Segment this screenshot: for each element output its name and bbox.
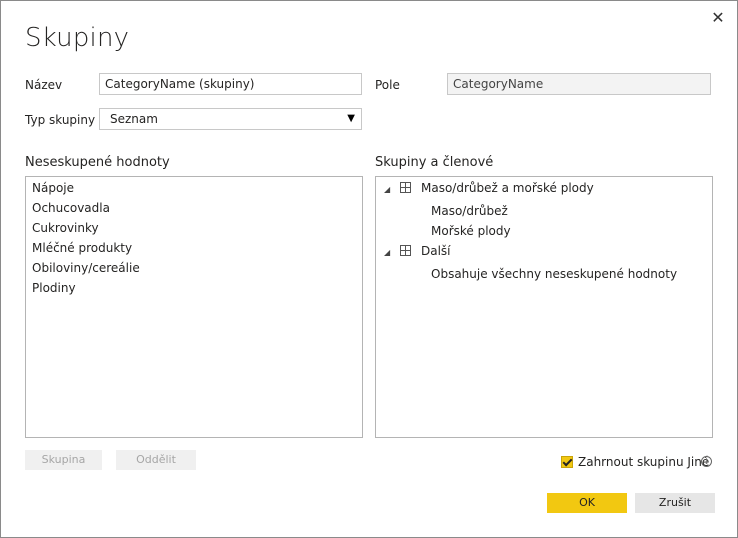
- group-type-select[interactable]: Seznam ▼: [99, 108, 362, 130]
- list-item[interactable]: Cukrovinky: [32, 221, 99, 235]
- ungrouped-title: Neseskupené hodnoty: [25, 155, 170, 170]
- group-icon: [400, 245, 411, 256]
- cancel-button[interactable]: Zrušit: [635, 493, 715, 513]
- ungrouped-listbox[interactable]: Nápoje Ochucovadla Cukrovinky Mléčné pro…: [25, 176, 363, 438]
- name-label: Název: [25, 78, 63, 92]
- ungroup-button[interactable]: Oddělit: [116, 450, 196, 470]
- list-item[interactable]: Plodiny: [32, 281, 76, 295]
- group-type-label: Typ skupiny: [25, 113, 96, 127]
- group-icon: [400, 182, 411, 193]
- tree-member[interactable]: Mořské plody: [431, 224, 511, 238]
- tree-member[interactable]: Obsahuje všechny neseskupené hodnoty: [431, 267, 677, 281]
- list-item[interactable]: Obiloviny/cereálie: [32, 261, 140, 275]
- list-item[interactable]: Mléčné produkty: [32, 241, 132, 255]
- list-item[interactable]: Ochucovadla: [32, 201, 110, 215]
- collapse-triangle-icon[interactable]: ◢: [384, 185, 390, 194]
- tree-group-label[interactable]: Další: [421, 244, 451, 258]
- collapse-triangle-icon[interactable]: ◢: [384, 248, 390, 257]
- field-input: CategoryName: [447, 73, 711, 95]
- field-label: Pole: [375, 78, 400, 92]
- info-icon[interactable]: i: [701, 456, 712, 467]
- groups-tree[interactable]: ◢ Maso/drůbež a mořské plody Maso/drůbež…: [375, 176, 713, 438]
- tree-member[interactable]: Maso/drůbež: [431, 204, 508, 218]
- include-other-checkbox[interactable]: [561, 456, 573, 468]
- tree-group-label[interactable]: Maso/drůbež a mořské plody: [421, 181, 594, 195]
- dialog-title: Skupiny: [25, 23, 130, 53]
- groups-dialog: ✕ Skupiny Název CategoryName (skupiny) P…: [0, 0, 738, 538]
- name-input[interactable]: CategoryName (skupiny): [99, 73, 362, 95]
- list-item[interactable]: Nápoje: [32, 181, 74, 195]
- group-button[interactable]: Skupina: [25, 450, 102, 470]
- dropdown-caret-icon: ▼: [347, 113, 355, 124]
- close-icon[interactable]: ✕: [709, 9, 727, 27]
- groups-title: Skupiny a členové: [375, 155, 494, 170]
- group-type-value: Seznam: [110, 112, 158, 126]
- ok-button[interactable]: OK: [547, 493, 627, 513]
- include-other-label[interactable]: Zahrnout skupinu Jiné: [578, 455, 709, 469]
